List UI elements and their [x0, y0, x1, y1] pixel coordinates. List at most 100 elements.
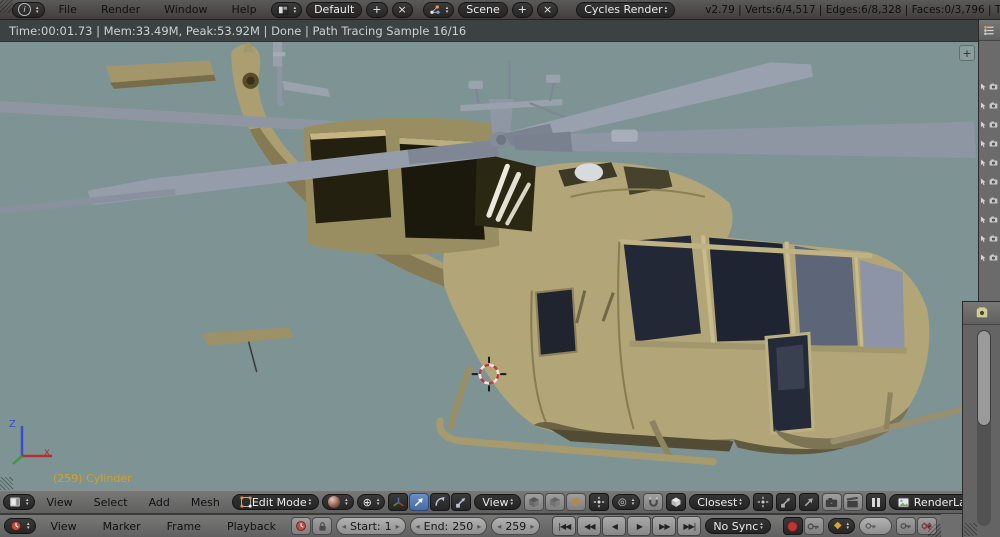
proportional-edit-select[interactable]: ◎ ▴ ▾	[612, 494, 641, 510]
snap-toggle-button[interactable]	[643, 493, 664, 511]
renderable-camera-icon[interactable]	[989, 233, 998, 244]
timeline-editor-type-button[interactable]: ▴ ▾	[4, 518, 36, 534]
play-reverse-button[interactable]: ◀	[602, 516, 627, 536]
rotate-manipulator-button[interactable]	[430, 493, 451, 511]
corner-grip[interactable]	[0, 0, 13, 13]
renderable-camera-icon[interactable]	[989, 119, 998, 130]
vertex-select-mode-button[interactable]	[524, 493, 544, 511]
selectable-cursor-icon[interactable]	[979, 139, 987, 149]
menu-mesh[interactable]: Mesh	[182, 496, 229, 509]
viewport-shading-select[interactable]: ▴ ▾	[322, 494, 354, 510]
mode-select[interactable]: Edit Mode ▴ ▾	[231, 494, 320, 510]
transform-orientation-select[interactable]: View ▴ ▾	[474, 494, 521, 510]
menu-add[interactable]: Add	[140, 496, 179, 509]
auto-keying-set-button[interactable]	[803, 517, 824, 535]
outliner-row[interactable]	[979, 115, 1000, 134]
properties-region-expand-tab[interactable]: +	[959, 45, 975, 61]
renderable-camera-icon[interactable]	[989, 100, 998, 111]
previous-keyframe-button[interactable]: ◀◀	[577, 516, 602, 536]
menu-view[interactable]: View	[38, 496, 82, 509]
selectable-cursor-icon[interactable]	[979, 215, 987, 225]
auto-keyframe-button[interactable]	[782, 517, 803, 535]
decrement-arrow[interactable]: ◂	[416, 522, 420, 531]
outliner-row[interactable]	[979, 134, 1000, 153]
properties-panel[interactable]	[962, 301, 1000, 537]
renderable-camera-icon[interactable]	[989, 176, 998, 187]
screen-layout-field[interactable]: Default	[306, 1, 363, 18]
lock-time-button[interactable]	[312, 517, 333, 535]
renderable-camera-icon[interactable]	[989, 195, 998, 206]
use-preview-range-button[interactable]	[291, 517, 312, 535]
close-layout-button[interactable]: ×	[391, 1, 413, 18]
renderable-camera-icon[interactable]	[989, 252, 998, 263]
insert-keyframe-button[interactable]	[896, 517, 916, 535]
pause-render-button[interactable]	[865, 493, 886, 511]
outliner-row[interactable]	[979, 248, 1000, 267]
keyframe-type-select[interactable]: ◆ ▴ ▾	[827, 518, 856, 534]
outliner-panel[interactable]	[978, 20, 1000, 301]
decrement-arrow[interactable]: ◂	[497, 522, 501, 531]
face-select-mode-button[interactable]	[566, 493, 586, 511]
outliner-row[interactable]	[979, 191, 1000, 210]
start-frame-field[interactable]: ◂ Start: 1 ▸	[336, 517, 406, 535]
selectable-cursor-icon[interactable]	[979, 82, 987, 92]
menu-frame[interactable]: Frame	[156, 520, 212, 533]
outliner-row[interactable]	[979, 153, 1000, 172]
outliner-row[interactable]	[979, 210, 1000, 229]
render-opengl-anim-button[interactable]	[842, 493, 863, 511]
menu-help[interactable]: Help	[221, 3, 266, 16]
add-layout-button[interactable]: +	[366, 1, 388, 18]
menu-select[interactable]: Select	[85, 496, 137, 509]
current-frame-field[interactable]: ◂ 259 ▸	[491, 517, 541, 535]
translate-manipulator-button[interactable]	[409, 493, 430, 511]
screen-layout-icon-button[interactable]: ▴ ▾	[270, 1, 303, 18]
next-keyframe-button[interactable]: ▶▶	[652, 516, 677, 536]
add-scene-button[interactable]: +	[511, 1, 533, 18]
corner-grip[interactable]	[964, 523, 977, 536]
menu-file[interactable]: File	[49, 3, 87, 16]
decrement-arrow[interactable]: ◂	[342, 522, 346, 531]
render-engine-select[interactable]: Cycles Render ▴ ▾	[576, 1, 676, 18]
render-opengl-button[interactable]	[821, 493, 842, 511]
increment-arrow[interactable]: ▸	[477, 522, 481, 531]
menu-render[interactable]: Render	[91, 3, 150, 16]
menu-marker[interactable]: Marker	[92, 520, 152, 533]
close-scene-button[interactable]: ×	[537, 1, 559, 18]
renderable-camera-icon[interactable]	[989, 81, 998, 92]
menu-playback[interactable]: Playback	[216, 520, 287, 533]
scale-manipulator-button[interactable]	[451, 493, 472, 511]
edge-select-mode-button[interactable]	[545, 493, 565, 511]
jump-to-start-button[interactable]: |◀◀	[552, 516, 577, 536]
selectable-cursor-icon[interactable]	[979, 196, 987, 206]
outliner-row[interactable]	[979, 172, 1000, 191]
pivot-point-select[interactable]: ⊕ ▴ ▾	[356, 494, 386, 510]
snap-peel-object-button[interactable]	[775, 493, 796, 511]
outliner-row[interactable]	[979, 229, 1000, 248]
outliner-row[interactable]	[979, 77, 1000, 96]
render-layer-select[interactable]: RenderLayer	[888, 494, 962, 510]
renderable-camera-icon[interactable]	[989, 214, 998, 225]
selectable-cursor-icon[interactable]	[979, 120, 987, 130]
editor-type-button[interactable]: ▴ ▾	[3, 494, 35, 510]
manipulator-toggle-button[interactable]	[388, 493, 409, 511]
active-keying-set-field[interactable]	[859, 517, 892, 535]
scene-field[interactable]: Scene	[458, 1, 508, 18]
limit-selection-visible-button[interactable]	[589, 493, 609, 511]
selectable-cursor-icon[interactable]	[979, 158, 987, 168]
scene-icon-button[interactable]: ▴ ▾	[422, 1, 455, 18]
snap-align-rotation-button[interactable]	[798, 493, 819, 511]
properties-scrollbar-thumb[interactable]	[977, 330, 991, 426]
end-frame-field[interactable]: ◂ End: 250 ▸	[409, 517, 488, 535]
increment-arrow[interactable]: ▸	[530, 522, 534, 531]
selectable-cursor-icon[interactable]	[979, 101, 987, 111]
3d-viewport[interactable]: + Z x (259) Cylinder	[0, 42, 978, 490]
sync-mode-select[interactable]: No Sync ▴ ▾	[705, 518, 771, 534]
renderable-camera-icon[interactable]	[989, 157, 998, 168]
menu-view[interactable]: View	[40, 520, 88, 533]
selectable-cursor-icon[interactable]	[979, 234, 987, 244]
jump-to-end-button[interactable]: ▶▶|	[677, 516, 702, 536]
editor-type-info-button[interactable]: i ▴ ▾	[12, 1, 45, 18]
play-button[interactable]: ▶	[627, 516, 652, 536]
menu-window[interactable]: Window	[154, 3, 217, 16]
increment-arrow[interactable]: ▸	[396, 522, 400, 531]
